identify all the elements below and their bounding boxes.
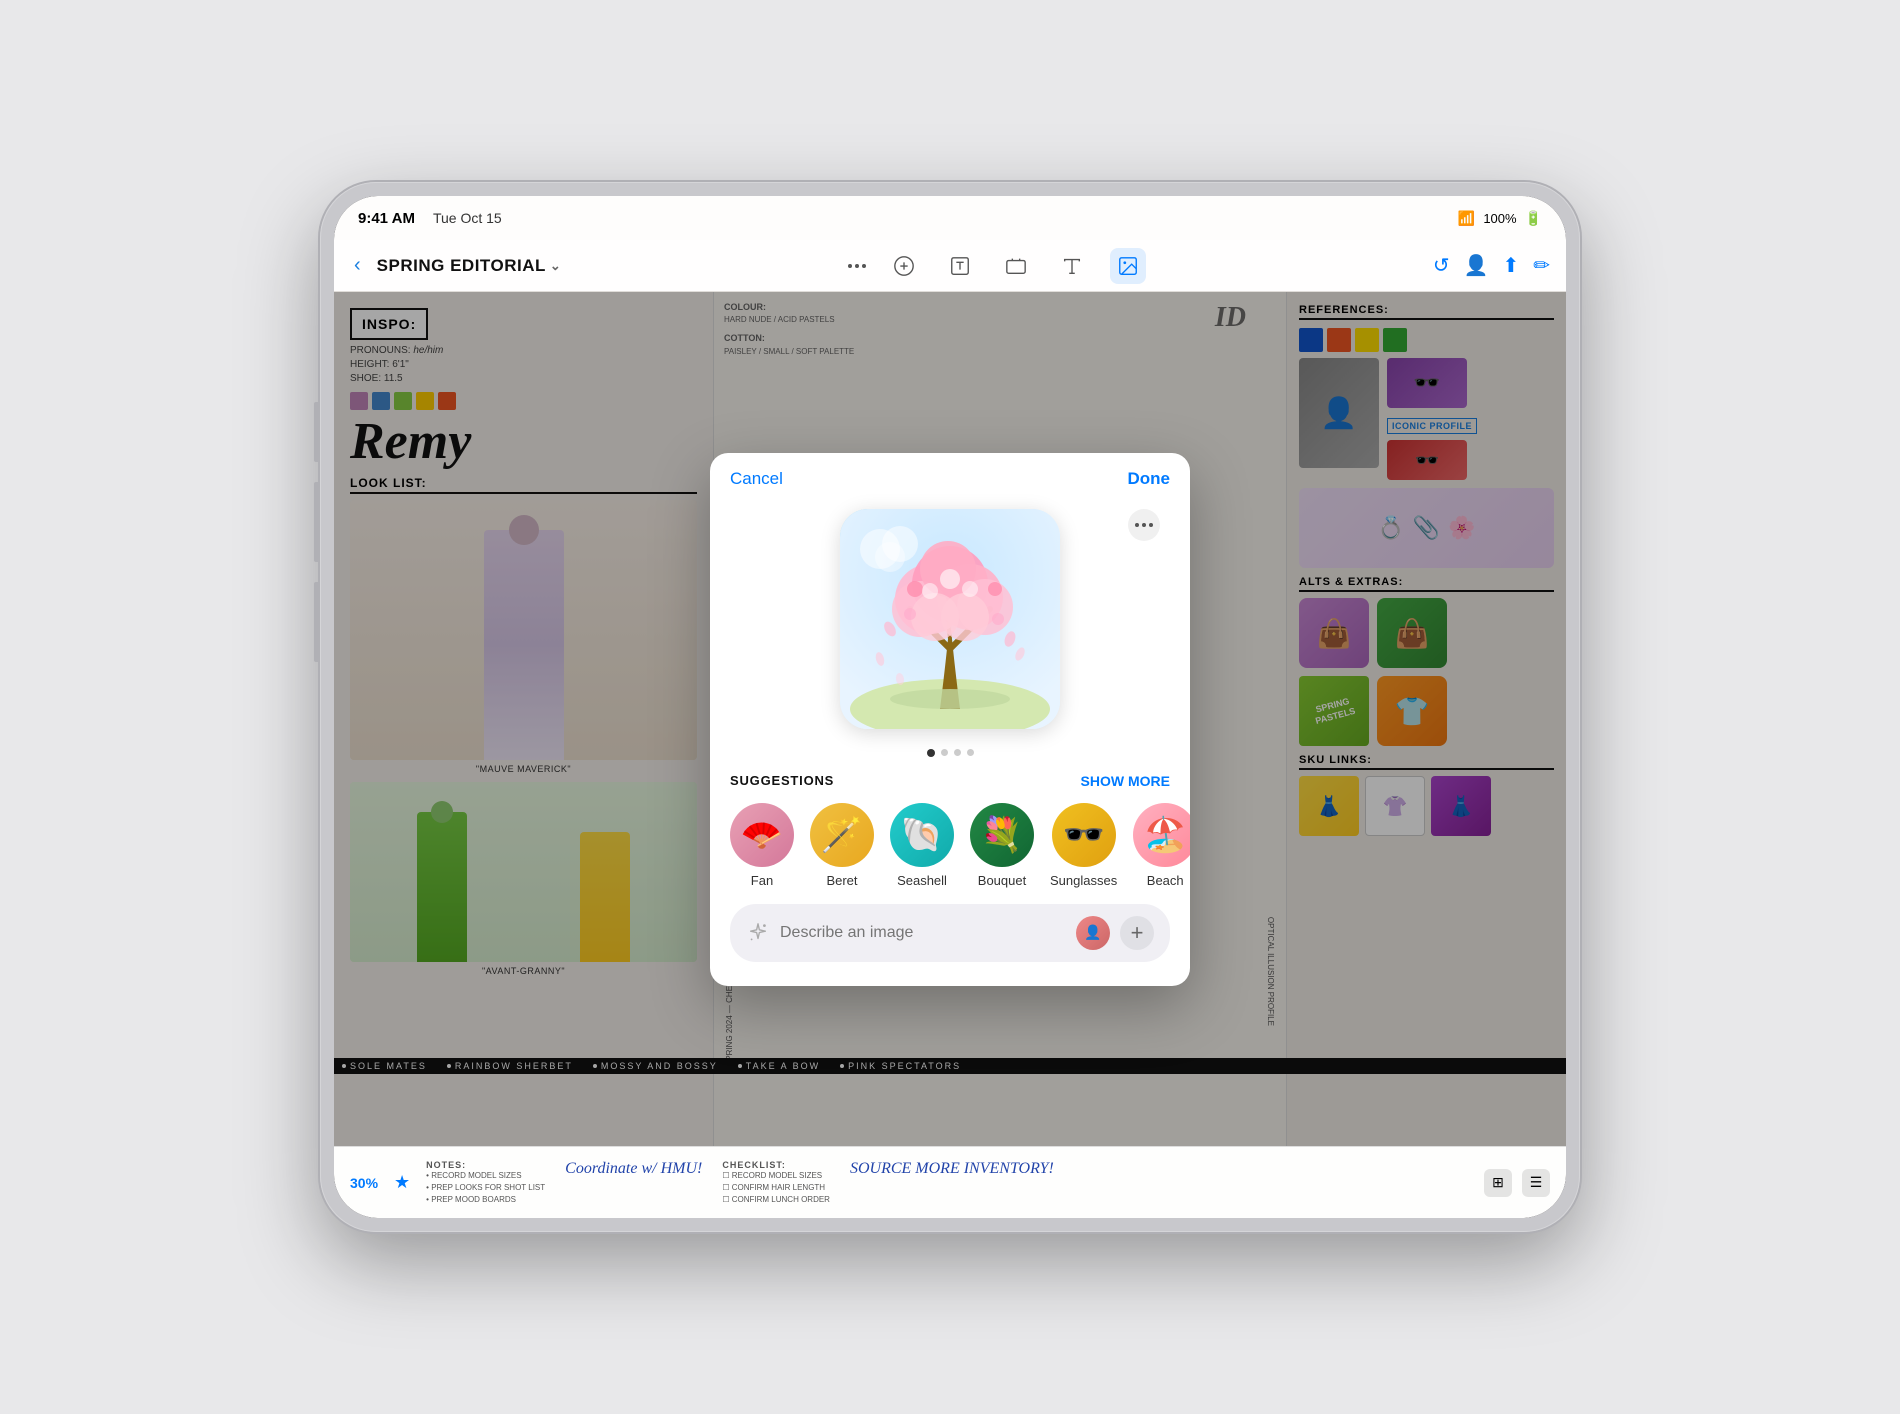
- cancel-button[interactable]: Cancel: [730, 469, 783, 489]
- ipad-device: 9:41 AM Tue Oct 15 📶 100% 🔋 ‹ SPRING EDI…: [320, 182, 1580, 1232]
- page-indicators: [710, 741, 1190, 773]
- image-generation-modal: Cancel Done: [710, 453, 1190, 986]
- suggestion-bouquet[interactable]: 💐 Bouquet: [970, 803, 1034, 888]
- grid-tool-button[interactable]: ⊞: [1484, 1169, 1512, 1197]
- suggestions-grid: 🪭 Fan 🪄 Beret: [730, 803, 1170, 888]
- modal-image-area: [710, 489, 1190, 741]
- bottom-bar: 30% ★ NOTES: • RECORD MODEL SIZES • PREP…: [334, 1146, 1566, 1218]
- seashell-icon-wrap: 🐚: [890, 803, 954, 867]
- main-toolbar: ‹ SPRING EDITORIAL ⌄: [334, 240, 1566, 292]
- battery-percent: 100%: [1483, 211, 1516, 226]
- bottom-notes-area: NOTES: • RECORD MODEL SIZES • PREP LOOKS…: [426, 1160, 1468, 1206]
- bouquet-label: Bouquet: [978, 873, 1026, 888]
- bouquet-icon-wrap: 💐: [970, 803, 1034, 867]
- status-date: Tue Oct 15: [433, 210, 502, 226]
- sunglasses-label: Sunglasses: [1050, 873, 1117, 888]
- undo-button[interactable]: ↺: [1433, 253, 1450, 278]
- image-tool-button[interactable]: [1110, 248, 1146, 284]
- beret-emoji: 🪄: [821, 815, 863, 855]
- beach-emoji: 🏖️: [1144, 815, 1186, 855]
- suggestion-fan[interactable]: 🪭 Fan: [730, 803, 794, 888]
- beret-label: Beret: [826, 873, 857, 888]
- toolbar-right-actions: ↺ 👤 ⬆ ✏: [1433, 253, 1550, 278]
- document-title: SPRING EDITORIAL ⌄: [377, 256, 562, 276]
- suggestion-beret[interactable]: 🪄 Beret: [810, 803, 874, 888]
- zoom-level: 30%: [350, 1175, 378, 1191]
- page-dot-4: [967, 749, 974, 756]
- status-right: 📶 100% 🔋: [1458, 210, 1542, 227]
- modal-header: Cancel Done: [710, 453, 1190, 489]
- text-style-button[interactable]: [1054, 248, 1090, 284]
- beret-icon-wrap: 🪄: [810, 803, 874, 867]
- page-dot-2: [941, 749, 948, 756]
- edit-button[interactable]: ✏: [1533, 253, 1550, 278]
- cherry-blossom-svg: [840, 509, 1060, 729]
- beach-label: Beach: [1147, 873, 1184, 888]
- bouquet-emoji: 💐: [981, 815, 1023, 855]
- title-chevron-icon: ⌄: [550, 258, 561, 274]
- fan-icon-wrap: 🪭: [730, 803, 794, 867]
- suggestions-title: SUGGESTIONS: [730, 773, 834, 788]
- text-tool-button[interactable]: [942, 248, 978, 284]
- bottom-tools: ⊞ ☰: [1484, 1169, 1550, 1197]
- toolbar-center-tools: [848, 248, 1146, 284]
- suggestion-seashell[interactable]: 🐚 Seashell: [890, 803, 954, 888]
- status-time: 9:41 AM: [358, 210, 415, 227]
- notes-section: NOTES: • RECORD MODEL SIZES • PREP LOOKS…: [426, 1160, 545, 1206]
- sunglasses-emoji: 🕶️: [1062, 815, 1104, 855]
- notes-handwriting: Coordinate w/ HMU!: [565, 1160, 702, 1206]
- beach-icon-wrap: 🏖️: [1133, 803, 1190, 867]
- star-icon: ★: [394, 1172, 410, 1193]
- notes-handwriting2: SOURCE MORE INVENTORY!: [850, 1160, 1054, 1206]
- done-button[interactable]: Done: [1128, 469, 1171, 489]
- toolbar-dots: [848, 264, 866, 268]
- pen-tool-button[interactable]: [886, 248, 922, 284]
- sparkle-icon: [746, 921, 770, 945]
- image-description-bar[interactable]: 👤 +: [730, 904, 1170, 962]
- title-text: SPRING EDITORIAL: [377, 256, 546, 276]
- suggestions-header: SUGGESTIONS SHOW MORE: [730, 773, 1170, 789]
- list-tool-button[interactable]: ☰: [1522, 1169, 1550, 1197]
- seashell-emoji: 🐚: [901, 815, 943, 855]
- fan-label: Fan: [751, 873, 773, 888]
- describe-image-input[interactable]: [780, 924, 1066, 942]
- back-button[interactable]: ‹: [350, 250, 365, 281]
- battery-icon: 🔋: [1525, 210, 1542, 227]
- page-dot-3: [954, 749, 961, 756]
- seashell-label: Seashell: [897, 873, 947, 888]
- sunglasses-icon-wrap: 🕶️: [1052, 803, 1116, 867]
- checklist-section: CHECKLIST: ☐ RECORD MODEL SIZES ☐ CONFIR…: [722, 1160, 830, 1206]
- wifi-icon: 📶: [1458, 210, 1475, 227]
- page-dot-1: [927, 749, 935, 757]
- plus-button[interactable]: +: [1120, 916, 1154, 950]
- modal-overlay: Cancel Done: [334, 292, 1566, 1146]
- generated-image: [840, 509, 1060, 729]
- suggestion-sunglasses[interactable]: 🕶️ Sunglasses: [1050, 803, 1117, 888]
- share-button[interactable]: ⬆: [1502, 253, 1519, 278]
- show-more-button[interactable]: SHOW MORE: [1081, 773, 1170, 789]
- status-bar: 9:41 AM Tue Oct 15 📶 100% 🔋: [334, 196, 1566, 240]
- suggestions-section: SUGGESTIONS SHOW MORE 🪭 Fan: [710, 773, 1190, 986]
- collaborate-button[interactable]: 👤: [1464, 253, 1489, 278]
- shape-tool-button[interactable]: [998, 248, 1034, 284]
- canvas-area: INSPO: PRONOUNS: he/him HEIGHT: 6'1" SHO…: [334, 292, 1566, 1146]
- fan-emoji: 🪭: [741, 815, 783, 855]
- more-options-button[interactable]: [1128, 509, 1160, 541]
- avatar-button[interactable]: 👤: [1076, 916, 1110, 950]
- suggestion-beach[interactable]: 🏖️ Beach: [1133, 803, 1190, 888]
